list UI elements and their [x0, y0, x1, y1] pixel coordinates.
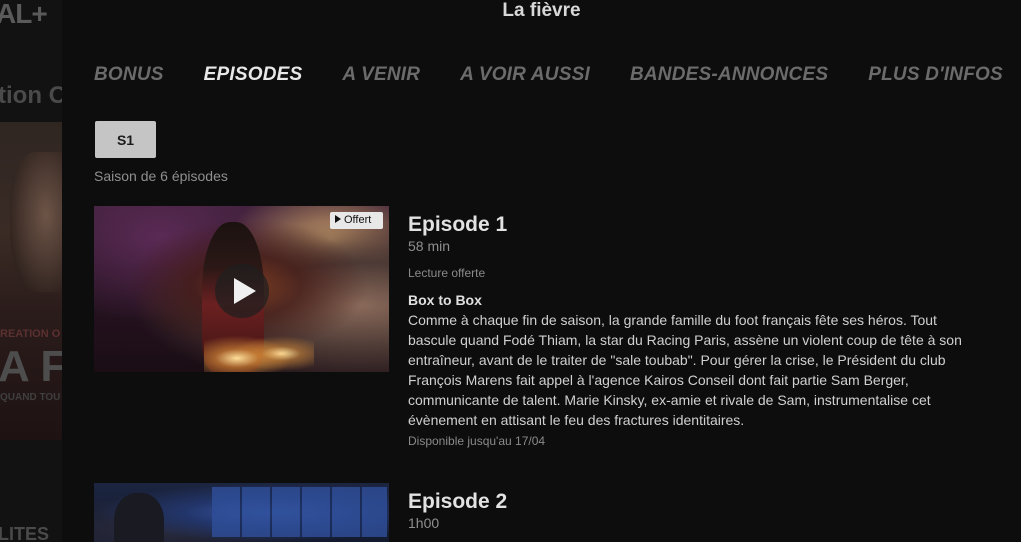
offert-label: Offert	[344, 214, 372, 226]
show-detail-modal: La fièvre BONUS EPISODES A VENIR A VOIR …	[62, 0, 1021, 542]
tab-bandes-annonces[interactable]: BANDES-ANNONCES	[630, 64, 828, 86]
thumbnail-candles	[204, 326, 314, 372]
poster-title: A FI	[0, 342, 62, 391]
episode-duration: 1h00	[408, 515, 440, 531]
offert-badge: Offert	[330, 212, 383, 229]
episode-thumbnail[interactable]: Offert	[94, 206, 389, 372]
poster-subtitle: QUAND TOU	[0, 392, 61, 403]
tab-a-voir-aussi[interactable]: A VOIR AUSSI	[460, 64, 590, 86]
background-heading: tion O	[0, 82, 62, 109]
episode-info: Episode 1 58 min Lecture offerte Box to …	[408, 206, 988, 448]
episode-title: Episode 1	[408, 213, 508, 236]
episode-info: Episode 2 1h00	[408, 483, 988, 532]
episode-duration: 58 min	[408, 238, 451, 254]
season-1-button[interactable]: S1	[95, 121, 156, 158]
tab-bar: BONUS EPISODES A VENIR A VOIR AUSSI BAND…	[94, 64, 1021, 86]
tab-plus-d-infos[interactable]: PLUS D'INFOS	[868, 64, 1003, 86]
thumbnail-screens	[212, 487, 387, 537]
thumbnail-person	[114, 493, 164, 542]
poster-face	[10, 152, 62, 292]
play-small-icon	[335, 215, 341, 223]
show-title: La fièvre	[502, 0, 581, 21]
season-info: Saison de 6 épisodes	[94, 168, 228, 184]
background-page: AL+ tion O REATION O A FI QUAND TOU LITE…	[0, 0, 62, 542]
play-button[interactable]	[215, 264, 269, 318]
episode-name: Box to Box	[408, 292, 482, 308]
episode-availability: Disponible jusqu'au 17/04	[408, 434, 546, 448]
background-bottom-text: LITES	[0, 524, 50, 542]
episode-status: Lecture offerte	[408, 266, 486, 280]
episode-title: Episode 2	[408, 490, 508, 513]
tab-bonus[interactable]: BONUS	[94, 64, 164, 86]
tab-a-venir[interactable]: A VENIR	[342, 64, 420, 86]
poster-credit: REATION O	[0, 328, 61, 340]
background-poster: REATION O A FI QUAND TOU	[0, 122, 62, 440]
episode-description: Comme à chaque fin de saison, la grande …	[408, 312, 962, 428]
play-icon	[233, 278, 256, 304]
canal-plus-logo: AL+	[0, 0, 48, 29]
tab-episodes[interactable]: EPISODES	[204, 64, 303, 86]
episode-thumbnail[interactable]	[94, 483, 389, 542]
